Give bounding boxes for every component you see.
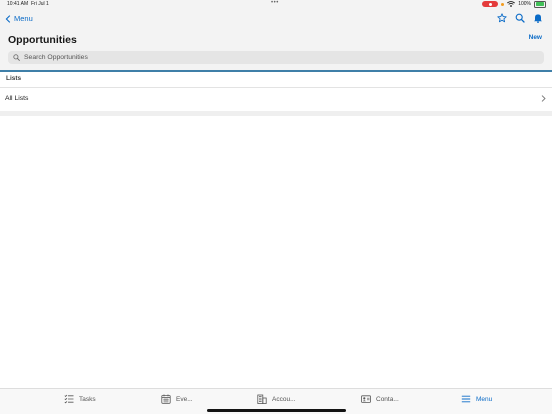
tab-label: Conta...: [376, 395, 399, 403]
building-icon: [257, 394, 267, 404]
page-title: Opportunities: [8, 34, 77, 46]
wifi-icon: [507, 1, 516, 7]
tab-label: Eve...: [176, 395, 193, 403]
status-time: 10:41 AM: [7, 1, 29, 7]
page-header: Menu Opportunities New: [0, 9, 552, 70]
search-bar[interactable]: [8, 51, 544, 64]
tab-menu[interactable]: Menu: [461, 394, 492, 404]
list-item-all-lists[interactable]: All Lists: [0, 88, 552, 110]
header-divider: [0, 70, 552, 72]
tab-label: Tasks: [79, 395, 96, 403]
back-button-label: Menu: [14, 14, 33, 23]
menu-icon: [461, 395, 471, 403]
header-actions: [497, 13, 543, 23]
home-indicator[interactable]: [207, 409, 346, 412]
tab-accounts[interactable]: Accou...: [257, 394, 295, 404]
status-bar: 10:41 AM Fri Jul 1 ••• 100%: [0, 0, 552, 9]
search-input[interactable]: [24, 54, 524, 61]
multitasking-dots[interactable]: •••: [271, 0, 279, 6]
tab-contacts[interactable]: Conta...: [361, 394, 399, 404]
search-icon[interactable]: [515, 13, 525, 23]
section-separator: [0, 111, 552, 116]
status-date: Fri Jul 1: [31, 1, 49, 7]
chevron-left-icon: [5, 14, 11, 23]
search-icon: [13, 54, 20, 61]
calendar-icon: [161, 394, 171, 404]
tasks-icon: [64, 394, 74, 404]
battery-percentage: 100%: [518, 1, 531, 7]
tab-label: Accou...: [272, 395, 296, 403]
screen-recording-icon: [482, 1, 499, 7]
list-item-label: All Lists: [5, 95, 29, 102]
back-button[interactable]: Menu: [5, 14, 33, 23]
battery-icon: [534, 0, 546, 8]
tab-events[interactable]: Eve...: [161, 394, 193, 404]
status-indicators: 100%: [482, 0, 546, 8]
microphone-indicator-icon: [501, 2, 505, 6]
chevron-right-icon: [541, 95, 546, 102]
star-icon[interactable]: [497, 13, 507, 23]
section-label-lists: Lists: [6, 75, 22, 82]
new-button[interactable]: New: [529, 34, 542, 41]
tab-tasks[interactable]: Tasks: [64, 394, 96, 404]
tab-label: Menu: [476, 395, 493, 403]
bell-icon[interactable]: [533, 13, 543, 23]
contact-card-icon: [361, 395, 371, 403]
